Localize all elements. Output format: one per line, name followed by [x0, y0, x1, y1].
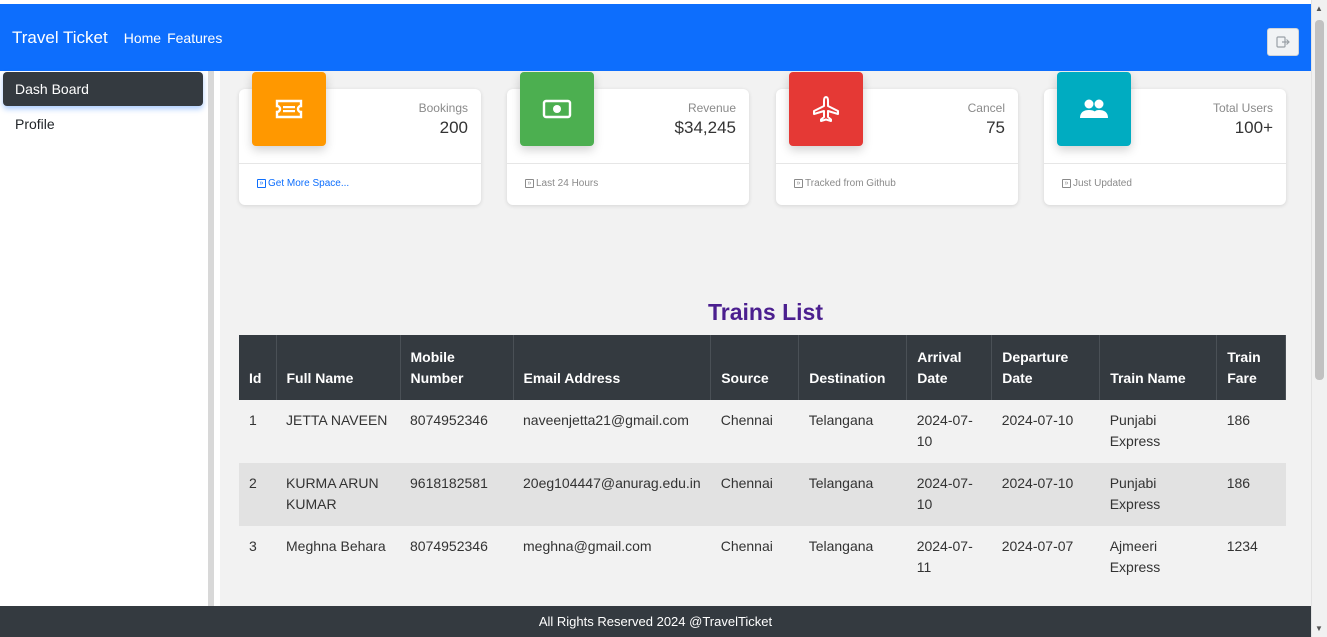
column-header-email: Email Address [513, 335, 712, 400]
cell-departure: 2024-07-07 [991, 526, 1100, 589]
column-header-source: Source [710, 335, 800, 400]
trains-list-title: Trains List [707, 299, 824, 325]
card-icon-box [1057, 72, 1131, 146]
card-icon-box [252, 72, 326, 146]
stat-label: Total Users [1212, 101, 1273, 115]
stat-value: 75 [986, 118, 1005, 137]
money-icon [542, 99, 572, 119]
column-header-id: Id [239, 335, 277, 400]
column-header-full-name: Full Name [276, 335, 401, 400]
sidebar: Dash Board Profile [0, 71, 214, 606]
cell-email: naveenjetta21@gmail.com [513, 400, 711, 463]
cell-email: meghna@gmail.com [513, 526, 711, 589]
ticket-icon [275, 99, 303, 119]
logout-icon [1276, 36, 1290, 48]
stat-card-users: Total Users 100+ » Just Updated [1044, 72, 1286, 205]
logout-button[interactable] [1267, 28, 1299, 56]
cell-arrival: 2024-07-10 [906, 463, 992, 526]
table-row: 2 KURMA ARUN KUMAR 9618182581 20eg104447… [239, 463, 1286, 526]
stat-footer-text: Last 24 Hours [536, 178, 599, 189]
cell-mobile: 8074952346 [400, 400, 513, 463]
stat-footer-link[interactable]: » Get More Space... [239, 163, 481, 189]
plane-icon [813, 96, 839, 122]
brand-link[interactable]: Travel Ticket [12, 28, 108, 48]
cell-destination: Telangana [798, 400, 907, 463]
cell-arrival: 2024-07-10 [906, 400, 992, 463]
cell-arrival: 2024-07-11 [906, 526, 992, 589]
sidebar-item-dashboard[interactable]: Dash Board [3, 72, 203, 106]
footer-text: All Rights Reserved 2024 @TravelTicket [538, 614, 773, 629]
cell-id: 2 [239, 463, 276, 526]
cell-train-name: Ajmeeri Express [1099, 526, 1217, 589]
stat-footer-text[interactable]: Get More Space... [268, 178, 349, 189]
cell-full-name: JETTA NAVEEN [276, 400, 400, 463]
vertical-scrollbar[interactable]: ▲ ▼ [1311, 0, 1327, 637]
info-icon: » [525, 179, 534, 188]
cell-id: 1 [239, 400, 276, 463]
scroll-up-icon[interactable]: ▲ [1315, 4, 1323, 13]
stat-footer: » Just Updated [1044, 163, 1286, 189]
cell-destination: Telangana [798, 463, 907, 526]
column-header-arrival: Arrival Date [906, 335, 993, 400]
stat-footer-text: Just Updated [1073, 178, 1132, 189]
cell-source: Chennai [710, 400, 799, 463]
sidebar-item-profile[interactable]: Profile [3, 107, 203, 141]
nav-link-features[interactable]: Features [167, 30, 222, 46]
card-icon-box [789, 72, 863, 146]
column-header-train-name: Train Name [1099, 335, 1218, 400]
info-icon: » [257, 179, 266, 188]
stat-value: 100+ [1234, 118, 1273, 137]
page-footer: All Rights Reserved 2024 @TravelTicket [0, 606, 1311, 637]
cell-destination: Telangana [798, 526, 907, 589]
stat-footer: » Tracked from Github [776, 163, 1018, 189]
table-row: 3 Meghna Behara 8074952346 meghna@gmail.… [239, 526, 1286, 589]
stat-label: Revenue [687, 101, 736, 115]
cell-departure: 2024-07-10 [991, 400, 1100, 463]
cell-source: Chennai [710, 463, 799, 526]
scroll-thumb[interactable] [1315, 20, 1324, 380]
cell-departure: 2024-07-10 [991, 463, 1100, 526]
stat-value: $34,245 [674, 118, 736, 137]
cell-mobile: 8074952346 [400, 526, 513, 589]
stat-card-revenue: Revenue $34,245 » Last 24 Hours [507, 72, 749, 205]
card-icon-box [520, 72, 594, 146]
cell-email: 20eg104447@anurag.edu.in [513, 463, 711, 526]
stat-card-bookings: Bookings 200 » Get More Space... [239, 72, 481, 205]
scroll-down-icon[interactable]: ▼ [1315, 624, 1323, 633]
cell-train-name: Punjabi Express [1099, 463, 1217, 526]
cell-full-name: Meghna Behara [276, 526, 400, 589]
cell-mobile: 9618182581 [400, 463, 513, 526]
cell-source: Chennai [710, 526, 799, 589]
cell-full-name: KURMA ARUN KUMAR [276, 463, 400, 526]
stat-card-cancel: Cancel 75 » Tracked from Github [776, 72, 1018, 205]
table-header-row: Id Full Name Mobile Number Email Address… [239, 335, 1286, 400]
stat-value: 200 [439, 118, 468, 137]
users-icon [1080, 99, 1108, 118]
trains-table: Id Full Name Mobile Number Email Address… [239, 335, 1286, 589]
column-header-departure: Departure Date [991, 335, 1101, 400]
table-row: 1 JETTA NAVEEN 8074952346 naveenjetta21@… [239, 400, 1286, 463]
stat-footer-text: Tracked from Github [805, 178, 896, 189]
top-navbar: Travel Ticket Home Features [0, 4, 1311, 71]
nav-link-home[interactable]: Home [124, 30, 161, 46]
cell-fare: 1234 [1216, 526, 1286, 589]
cell-fare: 186 [1216, 463, 1286, 526]
cell-id: 3 [239, 526, 276, 589]
column-header-fare: Train Fare [1216, 335, 1286, 400]
main-content: Bookings 200 » Get More Space... Revenue… [220, 71, 1311, 606]
stat-footer: » Last 24 Hours [507, 163, 749, 189]
info-icon: » [794, 179, 803, 188]
stat-label: Bookings [418, 101, 468, 115]
column-header-mobile: Mobile Number [400, 335, 514, 400]
cell-fare: 186 [1216, 400, 1286, 463]
column-header-destination: Destination [798, 335, 908, 400]
stat-label: Cancel [967, 101, 1005, 115]
info-icon: » [1062, 179, 1071, 188]
cell-train-name: Punjabi Express [1099, 400, 1217, 463]
